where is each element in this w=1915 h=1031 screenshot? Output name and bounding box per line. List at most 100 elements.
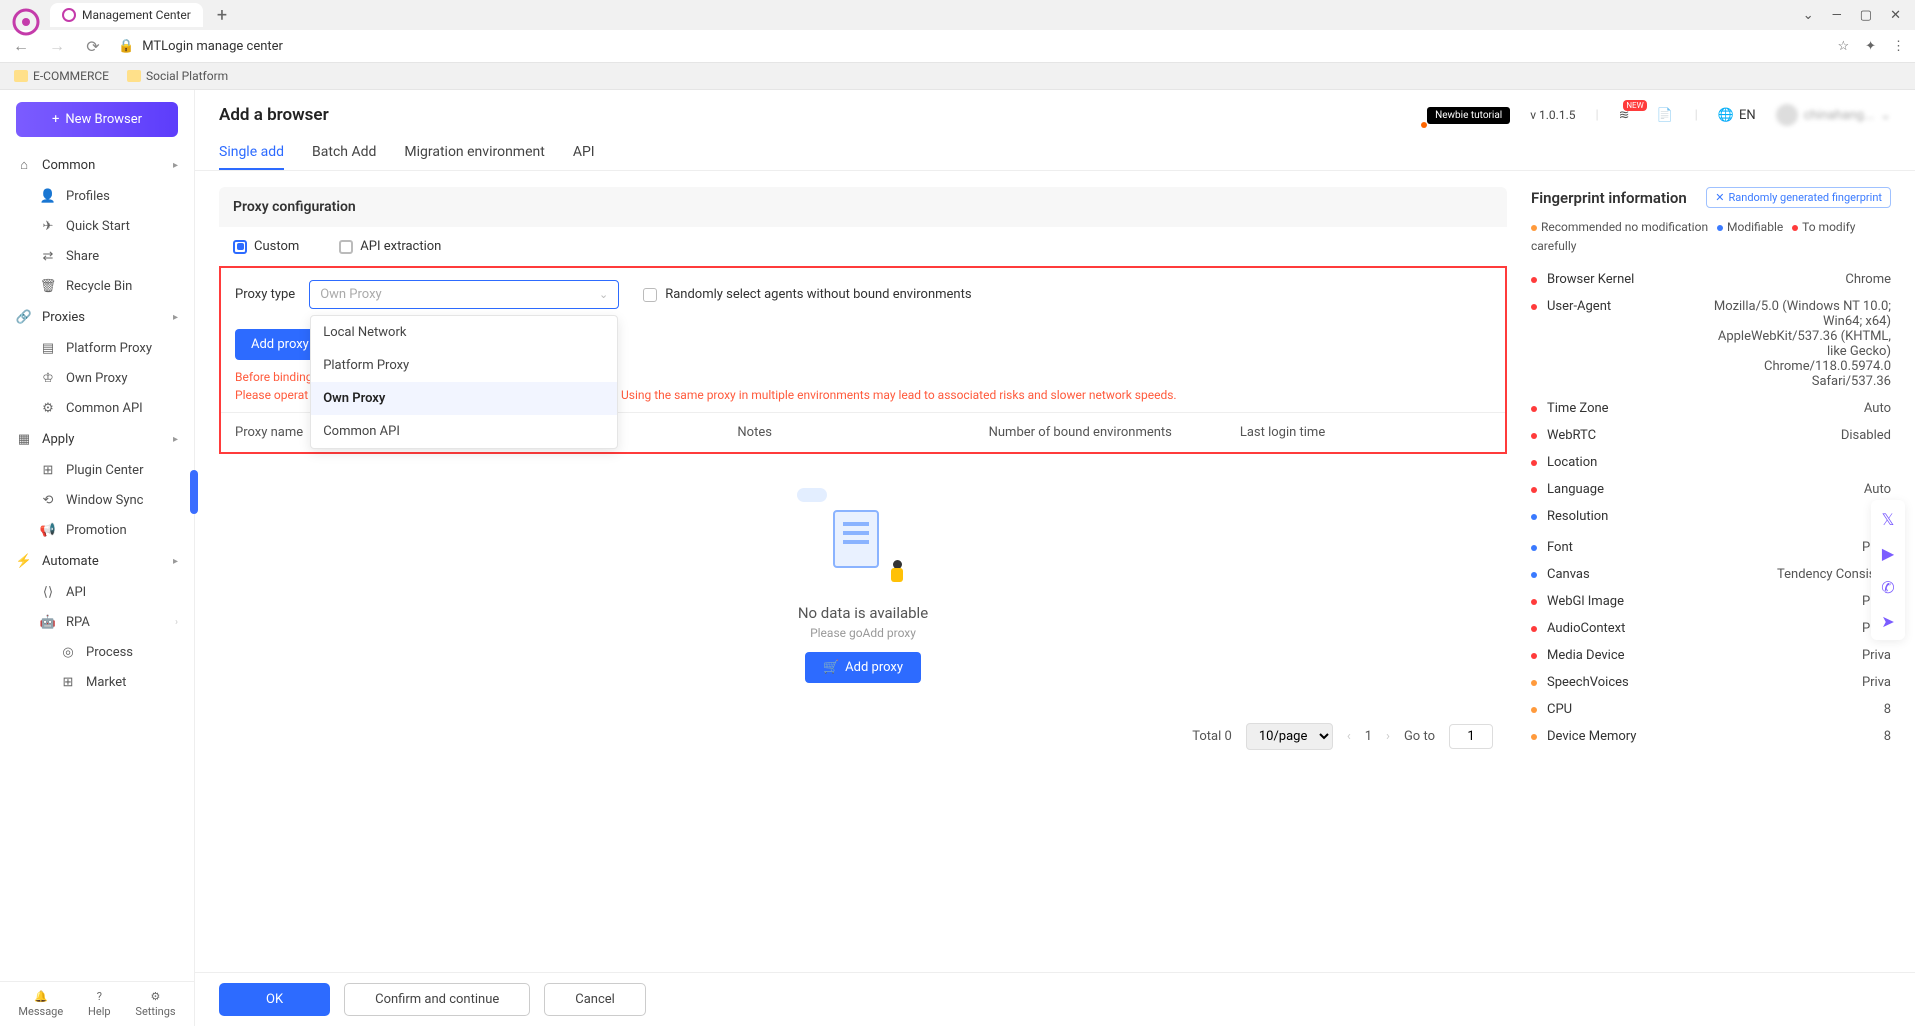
sidebar-item-process[interactable]: ◎Process <box>0 637 194 667</box>
random-select-checkbox[interactable]: Randomly select agents without bound env… <box>643 287 971 302</box>
tab-batch-add[interactable]: Batch Add <box>312 136 376 170</box>
version-label: v 1.0.1.5 <box>1530 108 1575 122</box>
bookmark-social[interactable]: Social Platform <box>127 69 228 83</box>
bell-icon: 🔔 <box>34 990 48 1003</box>
share-icon: ⇄ <box>40 248 56 264</box>
url-field[interactable]: 🔒 MTLogin manage center <box>118 39 1823 54</box>
grid-icon: ▦ <box>16 431 32 447</box>
pager-prev-icon[interactable]: ‹ <box>1347 729 1351 744</box>
option-own-proxy[interactable]: Own Proxy <box>311 382 617 415</box>
document-icon[interactable]: 📄 <box>1657 108 1675 123</box>
footer-settings[interactable]: ⚙Settings <box>135 990 175 1018</box>
random-fingerprint-button[interactable]: ✕Randomly generated fingerprint <box>1706 187 1891 208</box>
sidebar-item-quick-start[interactable]: ✈Quick Start <box>0 211 194 241</box>
chevron-down-icon[interactable]: ⌄ <box>1803 8 1814 23</box>
whatsapp-icon[interactable]: ✆ <box>1877 576 1899 598</box>
automate-icon: ⚡ <box>16 553 32 569</box>
bookmarks-bar: E-COMMERCE Social Platform <box>0 63 1915 90</box>
layers-icon[interactable]: ≋NEW <box>1619 108 1637 123</box>
tab-migration[interactable]: Migration environment <box>404 136 544 170</box>
menu-icon[interactable]: ⋮ <box>1892 39 1905 54</box>
plus-icon: + <box>52 112 59 127</box>
youtube-icon[interactable]: ▶ <box>1877 542 1899 564</box>
extensions-icon[interactable]: ✦ <box>1865 39 1876 54</box>
shuffle-icon: ✕ <box>1715 191 1724 204</box>
option-common-api[interactable]: Common API <box>311 415 617 448</box>
twitter-icon[interactable]: 𝕏 <box>1877 508 1899 530</box>
api-icon: ⚙ <box>40 400 56 416</box>
sidebar-item-window-sync[interactable]: ⟲Window Sync <box>0 485 194 515</box>
sidebar-item-recycle[interactable]: 🗑Recycle Bin <box>0 271 194 301</box>
col-notes: Notes <box>737 425 988 440</box>
sidebar-item-profiles[interactable]: 👤Profiles <box>0 181 194 211</box>
new-browser-button[interactable]: + New Browser <box>16 102 178 137</box>
sidebar-item-share[interactable]: ⇄Share <box>0 241 194 271</box>
proxy-type-label: Proxy type <box>235 287 295 302</box>
tab-single-add[interactable]: Single add <box>219 136 284 170</box>
radio-checked-icon <box>233 240 247 254</box>
new-tab-button[interactable]: + <box>203 5 241 26</box>
avatar-icon <box>1776 104 1798 126</box>
col-login: Last login time <box>1240 425 1491 440</box>
sidebar-collapse-handle[interactable] <box>190 470 198 514</box>
pager-next-icon[interactable]: › <box>1386 729 1390 744</box>
language-selector[interactable]: 🌐EN <box>1718 108 1756 123</box>
sidebar-item-platform-proxy[interactable]: ▤Platform Proxy <box>0 333 194 363</box>
footer-actions: OK Confirm and continue Cancel <box>195 972 1915 1026</box>
robot-icon: 🤖 <box>40 614 56 630</box>
pager-page[interactable]: 1 <box>1365 729 1372 744</box>
maximize-icon[interactable]: ▢ <box>1860 8 1872 23</box>
sidebar-item-market[interactable]: ⊞Market <box>0 667 194 697</box>
process-icon: ◎ <box>60 644 76 660</box>
sidebar-item-own-proxy[interactable]: ♔Own Proxy <box>0 363 194 393</box>
sidebar-item-rpa[interactable]: 🤖RPA› <box>0 607 194 637</box>
tab-favicon-icon <box>62 8 76 22</box>
minimize-icon[interactable]: — <box>1832 8 1842 23</box>
folder-icon <box>14 70 28 82</box>
ok-button[interactable]: OK <box>219 983 330 1016</box>
option-platform-proxy[interactable]: Platform Proxy <box>311 349 617 382</box>
sidebar-item-api[interactable]: ⟨⟩API <box>0 577 194 607</box>
back-icon[interactable]: ← <box>10 36 32 56</box>
star-icon[interactable]: ☆ <box>1837 39 1849 54</box>
chevron-down-icon: ⌄ <box>1880 108 1891 123</box>
footer-message[interactable]: 🔔Message <box>18 990 63 1018</box>
pager-perpage-select[interactable]: 10/page <box>1246 723 1333 750</box>
option-local-network[interactable]: Local Network <box>311 316 617 349</box>
rocket-icon: ✈ <box>40 218 56 234</box>
tab-api[interactable]: API <box>573 136 595 170</box>
proxy-type-select[interactable]: Own Proxy ⌄ Local Network Platform Proxy… <box>309 280 619 309</box>
forward-icon[interactable]: → <box>46 36 68 56</box>
sidebar-cat-apply[interactable]: ▦Apply▸ <box>0 423 194 455</box>
telegram-icon[interactable]: ➤ <box>1877 610 1899 632</box>
reload-icon[interactable]: ⟳ <box>82 37 104 56</box>
chevron-down-icon: ⌄ <box>599 288 608 301</box>
window-controls: ⌄ — ▢ ✕ <box>1789 8 1915 23</box>
radio-custom[interactable]: Custom <box>233 239 299 254</box>
sidebar-cat-common[interactable]: ⌂Common▸ <box>0 149 194 181</box>
sync-icon: ⟲ <box>40 492 56 508</box>
sidebar-item-plugin-center[interactable]: ⊞Plugin Center <box>0 455 194 485</box>
profiles-icon: 👤 <box>40 188 56 204</box>
fingerprint-title: Fingerprint information <box>1531 189 1687 207</box>
sidebar-cat-proxies[interactable]: 🔗Proxies▸ <box>0 301 194 333</box>
url-text: MTLogin manage center <box>142 39 283 54</box>
select-placeholder: Own Proxy <box>320 287 381 302</box>
pager-goto-input[interactable] <box>1449 724 1493 749</box>
radio-api-extraction[interactable]: API extraction <box>339 239 441 254</box>
trash-icon: 🗑 <box>40 278 56 294</box>
code-icon: ⟨⟩ <box>40 584 56 600</box>
close-icon[interactable]: ✕ <box>1890 8 1901 23</box>
footer-help[interactable]: ?Help <box>88 990 111 1018</box>
bookmark-ecommerce[interactable]: E-COMMERCE <box>14 69 109 83</box>
sidebar-item-common-api[interactable]: ⚙Common API <box>0 393 194 423</box>
chevron-right-icon: ▸ <box>173 312 178 323</box>
sidebar-cat-automate[interactable]: ⚡Automate▸ <box>0 545 194 577</box>
empty-add-proxy-button[interactable]: 🛒Add proxy <box>805 652 921 683</box>
sidebar-item-promotion[interactable]: 📢Promotion <box>0 515 194 545</box>
browser-tab[interactable]: Management Center <box>50 3 203 27</box>
tutorial-badge[interactable]: Newbie tutorial <box>1427 107 1510 124</box>
cancel-button[interactable]: Cancel <box>544 983 646 1016</box>
user-menu[interactable]: chinahang...⌄ <box>1776 104 1891 126</box>
confirm-continue-button[interactable]: Confirm and continue <box>344 983 530 1016</box>
